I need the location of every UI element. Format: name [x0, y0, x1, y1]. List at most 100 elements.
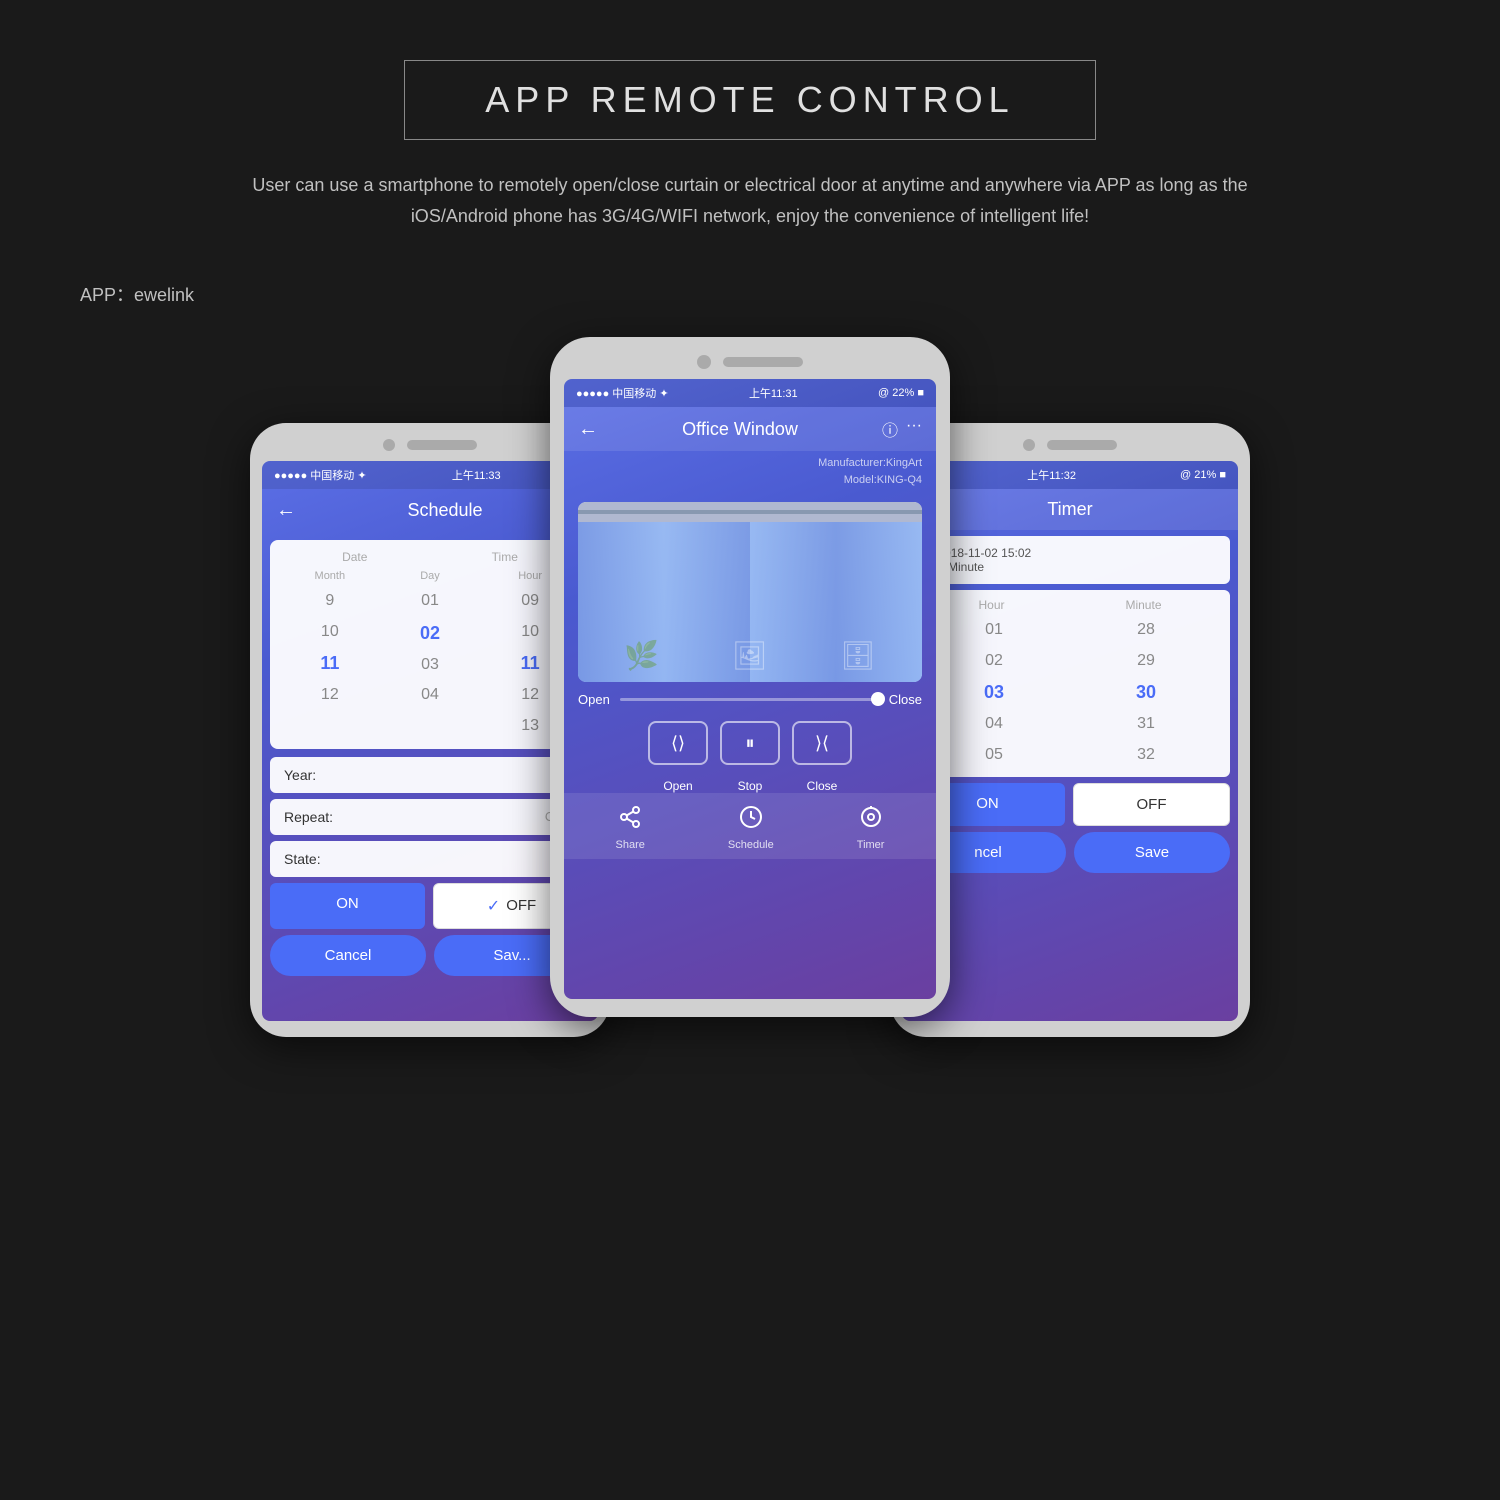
left-month-11: 11	[310, 649, 349, 678]
center-app-header: ← Office Window ⓘ ···	[564, 407, 936, 451]
nav-share[interactable]: Share	[616, 805, 645, 851]
hour-02: 02	[969, 647, 1019, 675]
left-status-center: 上午11:33	[452, 467, 501, 483]
left-app-header: ← Schedule	[262, 489, 598, 532]
right-save-button[interactable]: Save	[1074, 832, 1230, 873]
picture-icon: 🖼	[732, 639, 768, 672]
center-camera-icon	[697, 355, 711, 369]
room-background: 🌿 🖼 🗄	[578, 526, 922, 682]
center-status-center: 上午11:31	[749, 385, 798, 401]
left-repeat-label: Repeat:	[284, 809, 333, 825]
left-speaker-icon	[407, 440, 477, 450]
right-app-header: Timer	[902, 489, 1238, 530]
hour-col: 01 02 03 04 05	[968, 616, 1020, 769]
center-phone-frame: ●●●●● 中国移动 ✦ 上午11:31 @ 22% ■ ← Office Wi…	[550, 337, 950, 1017]
left-day-01: 01	[411, 588, 449, 614]
left-month-col: Month 9 10 11 12	[310, 570, 349, 739]
open-close-slider[interactable]: Open Close	[578, 692, 922, 707]
right-status-center: 上午11:32	[1027, 467, 1076, 483]
center-phone-screen: ●●●●● 中国移动 ✦ 上午11:31 @ 22% ■ ← Office Wi…	[564, 379, 936, 999]
left-month-10: 10	[311, 619, 349, 645]
hour-04: 04	[969, 710, 1019, 738]
left-status-bar: ●●●●● 中国移动 ✦ 上午11:33	[262, 461, 598, 489]
manufacturer-info: Manufacturer:KingArt Model:KING-Q4	[564, 451, 936, 492]
minute-col: 28 29 30 31 32	[1120, 616, 1172, 769]
center-status-right: @ 22% ■	[878, 387, 924, 399]
left-on-button[interactable]: ON	[270, 883, 425, 929]
left-day-header: Day	[420, 570, 440, 582]
slider-thumb[interactable]	[871, 692, 885, 706]
left-day-02: 02	[410, 619, 450, 648]
left-repeat-field: Repeat: Onl...	[270, 799, 590, 835]
schedule-nav-label: Schedule	[728, 839, 774, 851]
minute-30: 30	[1120, 677, 1172, 708]
left-hour-13: 13	[511, 713, 549, 739]
center-phone-top	[564, 355, 936, 369]
minute-29: 29	[1121, 647, 1171, 675]
left-check-icon: ✓	[487, 896, 500, 916]
manufacturer-name: Manufacturer:KingArt	[578, 455, 922, 472]
left-back-arrow-icon[interactable]: ←	[276, 499, 296, 522]
more-icon[interactable]: ···	[906, 417, 922, 441]
left-state-label: State:	[284, 851, 321, 867]
curtain-container: 🌿 🖼 🗄	[578, 502, 922, 682]
hour-col-header: Hour	[978, 598, 1004, 612]
open-control-button[interactable]: ⟨⟩	[648, 721, 708, 765]
share-nav-icon	[618, 805, 642, 835]
left-screen-title: Schedule	[306, 500, 584, 521]
left-day-04: 04	[411, 682, 449, 708]
right-phone-top	[902, 439, 1238, 451]
left-picker-container[interactable]: Date Time Month 9 10 11 12 Day	[270, 540, 590, 749]
curtain-rod-icon	[578, 510, 922, 514]
schedule-nav-icon	[739, 805, 763, 835]
nav-schedule[interactable]: Schedule	[728, 805, 774, 851]
left-bottom-btns: Cancel Sav...	[270, 935, 590, 976]
subtitle-text: User can use a smartphone to remotely op…	[250, 170, 1250, 231]
left-year-field: Year: Th...	[270, 757, 590, 793]
plant-icon: 🌿	[624, 639, 659, 672]
left-camera-icon	[383, 439, 395, 451]
center-status-left: ●●●●● 中国移动 ✦	[576, 385, 669, 401]
time-picker-cols: 01 02 03 04 05 28 29 30 31 32	[918, 616, 1222, 769]
right-status-right: @ 21% ■	[1180, 469, 1226, 481]
stop-control-button[interactable]: ⏸	[720, 721, 780, 765]
open-btn-icon: ⟨⟩	[671, 733, 685, 754]
left-month-9: 9	[315, 588, 344, 614]
close-btn-icon: ⟩⟨	[815, 733, 829, 754]
app-label: APP：ewelink	[0, 261, 1500, 327]
minute-28: 28	[1121, 616, 1171, 644]
timer-info-line2: ur30Minute	[924, 560, 1216, 574]
center-screen-title: Office Window	[608, 419, 872, 440]
left-onoff-row: ON ✓ OFF	[270, 883, 590, 929]
center-speaker-icon	[723, 357, 803, 367]
minute-32: 32	[1121, 741, 1171, 769]
slider-track[interactable]	[620, 698, 879, 701]
right-off-button[interactable]: OFF	[1073, 783, 1230, 826]
left-picker-header: Date Time	[280, 550, 580, 564]
dresser-icon: 🗄	[840, 639, 876, 672]
open-btn-label: Open	[648, 779, 708, 793]
left-cancel-button[interactable]: Cancel	[270, 935, 426, 976]
timer-info-line1: at:2018-11-02 15:02	[924, 546, 1216, 560]
left-phone-screen: ●●●●● 中国移动 ✦ 上午11:33 ← Schedule Date Tim…	[262, 461, 598, 1021]
close-control-button[interactable]: ⟩⟨	[792, 721, 852, 765]
left-hour-col: Hour 09 10 11 12 13	[511, 570, 550, 739]
title-box: APP REMOTE CONTROL	[404, 60, 1095, 140]
left-day-col: Day 01 02 03 04	[410, 570, 450, 739]
left-hour-12: 12	[511, 682, 549, 708]
left-month-header: Month	[315, 570, 346, 582]
main-title: APP REMOTE CONTROL	[485, 79, 1014, 121]
time-picker-header: Hour Minute	[918, 598, 1222, 612]
left-day-03: 03	[411, 652, 449, 678]
minute-col-header: Minute	[1125, 598, 1161, 612]
info-icon[interactable]: ⓘ	[882, 417, 898, 441]
time-picker[interactable]: Hour Minute 01 02 03 04 05 28	[910, 590, 1230, 777]
right-status-bar: ✦ 上午11:32 @ 21% ■	[902, 461, 1238, 489]
share-nav-label: Share	[616, 839, 645, 851]
nav-timer[interactable]: Timer	[857, 805, 885, 851]
left-year-label: Year:	[284, 767, 316, 783]
left-state-field: State:	[270, 841, 590, 877]
right-bottom-btns: ncel Save	[910, 832, 1230, 873]
center-back-arrow-icon[interactable]: ←	[578, 418, 598, 441]
curtain-rod-area	[578, 502, 922, 522]
